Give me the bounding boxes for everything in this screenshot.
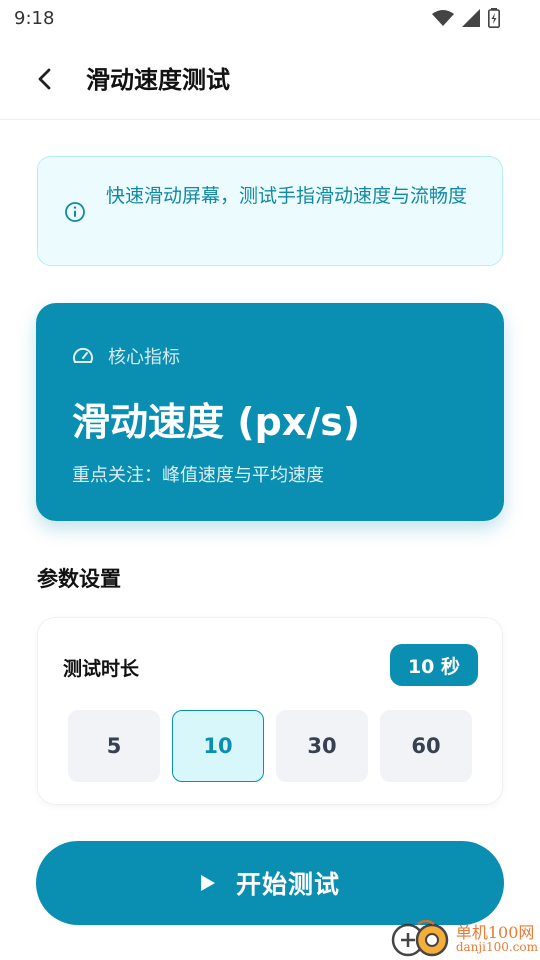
page-title: 滑动速度测试 <box>86 66 230 94</box>
chevron-left-icon <box>38 68 51 90</box>
metric-value: 滑动速度 (px/s) <box>72 400 361 444</box>
duration-options: 5 10 30 60 <box>68 710 472 782</box>
status-icons <box>432 8 500 28</box>
watermark-cn: 单机100网 <box>455 922 535 942</box>
info-text: 快速滑动屏幕，测试手指滑动速度与流畅度 <box>106 185 468 207</box>
info-banner: 快速滑动屏幕，测试手指滑动速度与流畅度 <box>37 156 503 266</box>
signal-icon <box>462 9 480 27</box>
duration-option-60[interactable]: 60 <box>380 710 472 782</box>
duration-label: 测试时长 <box>63 658 140 680</box>
speedometer-icon <box>73 347 93 363</box>
section-title-params: 参数设置 <box>37 567 121 591</box>
status-bar: 9:18 <box>0 0 540 36</box>
info-icon <box>65 202 85 222</box>
metric-label-row: 核心指标 <box>72 343 180 369</box>
duration-badge: 10 秒 <box>389 644 478 686</box>
start-test-label: 开始测试 <box>235 870 340 899</box>
duration-settings-card: 测试时长 10 秒 5 10 30 60 <box>37 617 503 805</box>
core-metric-card: 核心指标 滑动速度 (px/s) 重点关注：峰值速度与平均速度 <box>36 303 504 521</box>
watermark-text: 单机100网 danji100.com <box>456 924 538 955</box>
play-icon <box>200 875 215 891</box>
duration-option-5[interactable]: 5 <box>68 710 160 782</box>
status-time: 9:18 <box>14 7 55 29</box>
duration-option-10[interactable]: 10 <box>172 710 264 782</box>
metric-label: 核心指标 <box>108 347 180 368</box>
watermark-logo-icon <box>391 920 449 957</box>
app-bar: 滑动速度测试 <box>0 36 540 120</box>
wifi-icon <box>432 10 454 26</box>
watermark-logo: 单机100网 danji100.com <box>390 920 538 958</box>
watermark-en: danji100.com <box>455 940 538 955</box>
back-button[interactable] <box>28 62 62 96</box>
start-test-button[interactable]: 开始测试 <box>36 841 504 925</box>
metric-note: 重点关注：峰值速度与平均速度 <box>72 465 324 486</box>
duration-option-30[interactable]: 30 <box>276 710 368 782</box>
battery-charging-icon <box>488 8 500 28</box>
